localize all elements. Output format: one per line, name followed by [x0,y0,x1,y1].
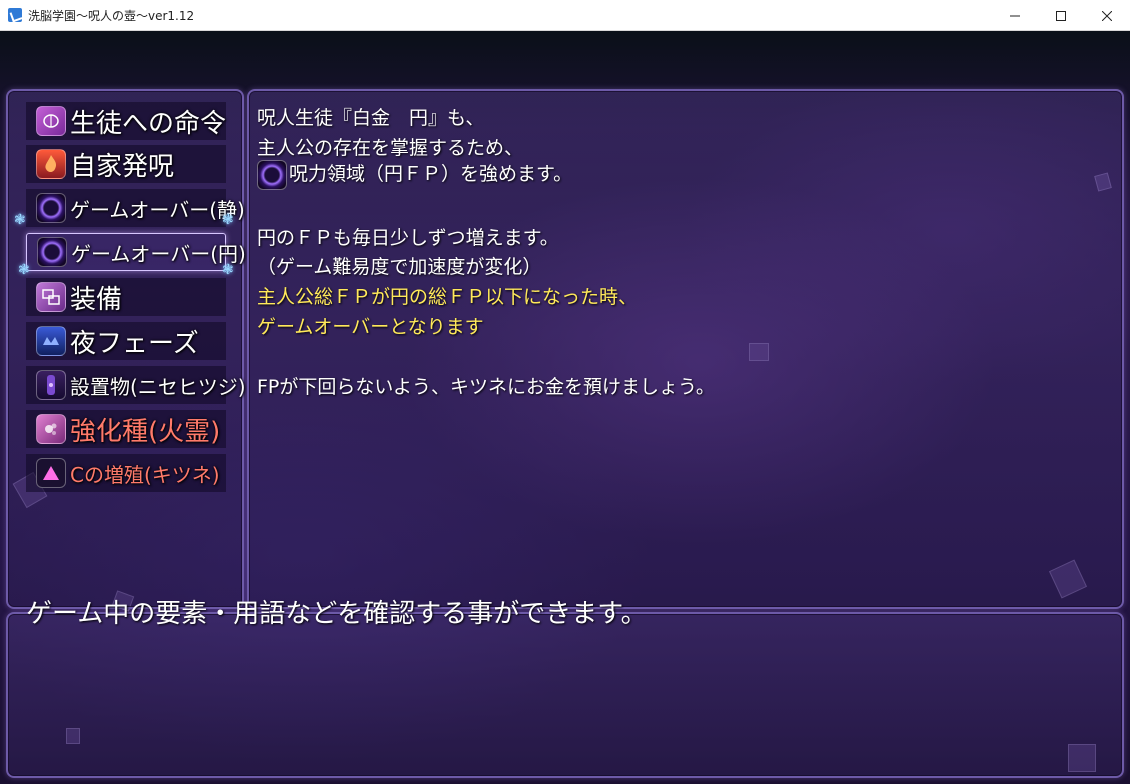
maximize-icon [1056,10,1066,21]
window-title: 洗脳学園～呪人の壺～ver1.12 [28,8,195,23]
description-line: 円のＦＰも毎日少しずつ増えます。 [257,227,559,249]
menu-item-label: Cの増殖(キツネ) [70,462,220,487]
curse-orb-icon [37,237,67,267]
menu-item-label: ゲームオーバー(円) [71,241,246,266]
menu-item-equipment[interactable]: 装備 [26,278,226,316]
minimize-icon [1010,15,1020,16]
selection-sparkle-icon: ❃ [18,262,30,278]
fire-spirit-icon [36,414,66,444]
window-controls [992,0,1130,31]
curse-field-icon [257,159,287,190]
selection-sparkle-icon: ❃ [222,262,234,278]
game-viewport [0,31,1130,784]
description-line: 呪人生徒『白金 円』も、 [257,107,485,129]
placed-object-icon [36,370,66,400]
menu-item-enhanced-species[interactable]: 強化種(火霊) [26,410,226,448]
menu-item-placed-object[interactable]: 設置物(ニセヒツジ) [26,366,246,404]
description-line-warning: 主人公総ＦＰが円の総ＦＰ以下になった時、 [257,286,638,308]
flame-icon [36,149,66,179]
menu-item-gameover-shizuka[interactable]: ゲームオーバー(静) [26,189,245,227]
description-line: 呪力領域（円ＦＰ）を強めます。 [257,159,572,190]
menu-item-gameover-madoka[interactable]: ゲームオーバー(円) [26,233,246,271]
brain-icon [36,106,66,136]
window-titlebar: 洗脳学園～呪人の壺～ver1.12 [0,0,1130,31]
app-icon [8,8,22,22]
menu-item-night-phase[interactable]: 夜フェーズ [26,322,226,360]
maximize-button[interactable] [1038,0,1084,31]
menu-item-self-curse[interactable]: 自家発呪 [26,145,226,183]
equipment-icon [36,282,66,312]
menu-item-label: 強化種(火霊) [70,416,221,447]
help-panel [6,612,1124,778]
close-icon [1102,10,1112,21]
triangle-icon [36,458,66,488]
menu-item-label: 生徒への命令 [70,108,227,139]
menu-item-c-proliferation[interactable]: Cの増殖(キツネ) [26,454,226,492]
description-line-warning: ゲームオーバーとなります [257,316,484,338]
curse-orb-icon [36,193,66,223]
description-line: FPが下回らないよう、キツネにお金を預けましょう。 [257,376,715,398]
selection-sparkle-icon: ❃ [222,212,234,228]
night-crest-icon [36,326,66,356]
help-text: ゲーム中の要素・用語などを確認する事ができます。 [26,599,647,629]
menu-item-student-orders[interactable]: 生徒への命令 [26,102,226,140]
selection-sparkle-icon: ❃ [14,212,26,228]
description-line: （ゲーム難易度で加速度が変化） [257,256,542,278]
menu-item-label: 自家発呪 [70,151,175,182]
menu-item-label: 設置物(ニセヒツジ) [70,374,246,399]
minimize-button[interactable] [992,0,1038,31]
menu-item-label: ゲームオーバー(静) [70,197,245,222]
menu-item-label: 夜フェーズ [70,328,199,359]
description-line: 主人公の存在を掌握するため、 [257,137,524,159]
menu-item-label: 装備 [70,284,123,315]
close-button[interactable] [1084,0,1130,31]
